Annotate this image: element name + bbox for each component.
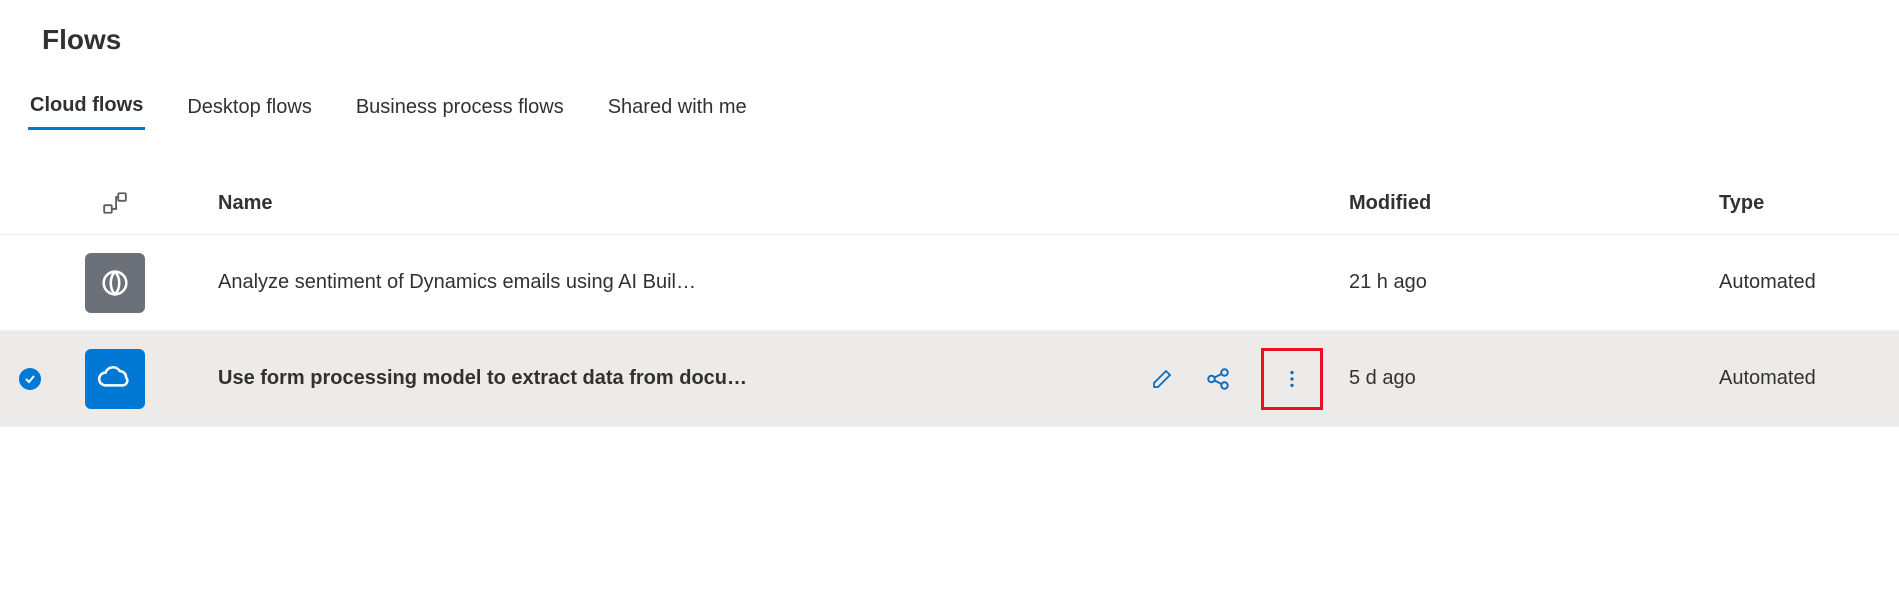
table-row[interactable]: Use form processing model to extract dat… (0, 331, 1899, 427)
onedrive-icon (85, 349, 145, 409)
column-modified-header[interactable]: Modified (1349, 192, 1719, 215)
share-icon[interactable] (1205, 366, 1231, 392)
flow-modified: 21 h ago (1349, 271, 1719, 294)
page-title: Flows (0, 0, 1899, 76)
flow-name[interactable]: Analyze sentiment of Dynamics emails usi… (170, 271, 1149, 294)
more-vertical-icon[interactable] (1279, 366, 1305, 392)
flow-type: Automated (1719, 367, 1899, 390)
tab-business-process-flows[interactable]: Business process flows (354, 88, 566, 129)
tab-cloud-flows[interactable]: Cloud flows (28, 86, 145, 130)
row-select[interactable] (0, 368, 60, 390)
flows-table: Name Modified Type Analyze sentiment of … (0, 190, 1899, 427)
data-service-icon (85, 253, 145, 313)
tabs-container: Cloud flows Desktop flows Business proce… (0, 86, 1899, 130)
column-name-header[interactable]: Name (170, 192, 1149, 215)
flow-name[interactable]: Use form processing model to extract dat… (170, 367, 1149, 390)
more-commands-highlight (1261, 348, 1323, 410)
row-icon-cell (60, 349, 170, 409)
edit-icon[interactable] (1149, 366, 1175, 392)
flow-type: Automated (1719, 271, 1899, 294)
row-icon-cell (60, 253, 170, 313)
checkmark-icon (19, 368, 41, 390)
table-header: Name Modified Type (0, 190, 1899, 235)
flow-type-icon (102, 190, 128, 216)
tab-shared-with-me[interactable]: Shared with me (606, 88, 749, 129)
column-type-header[interactable]: Type (1719, 192, 1899, 215)
tab-desktop-flows[interactable]: Desktop flows (185, 88, 314, 129)
row-actions (1149, 348, 1349, 410)
flow-modified: 5 d ago (1349, 367, 1719, 390)
table-row[interactable]: Analyze sentiment of Dynamics emails usi… (0, 235, 1899, 331)
column-icon (60, 190, 170, 216)
